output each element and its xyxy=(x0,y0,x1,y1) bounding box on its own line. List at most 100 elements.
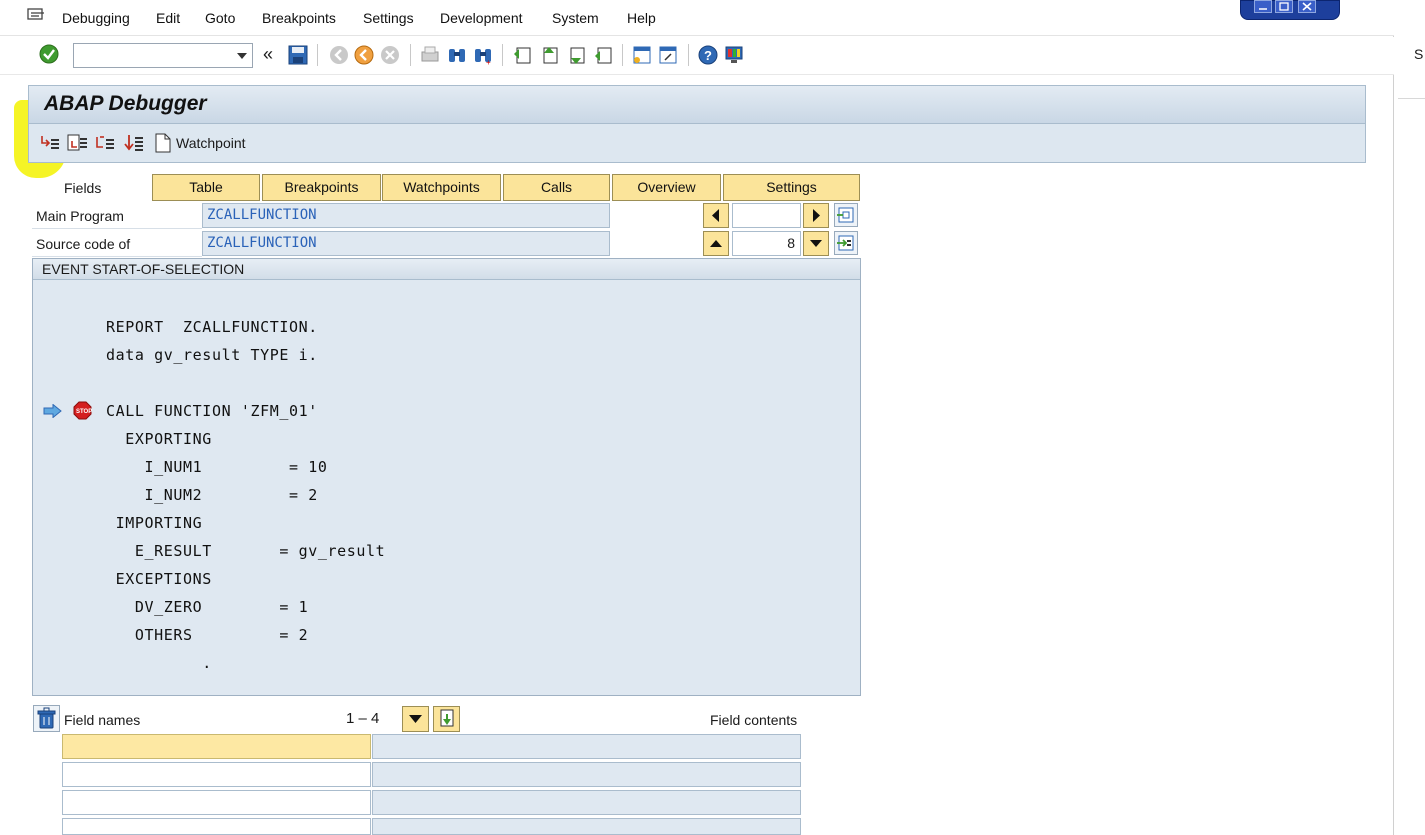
code-line[interactable]: I_NUM2 = 2 xyxy=(106,486,318,504)
sap-gui-window: Debugging Edit Goto Breakpoints Settings… xyxy=(0,0,1394,835)
arrow-down-icon xyxy=(409,715,422,723)
field-name-input[interactable] xyxy=(62,790,371,815)
code-line[interactable]: EXPORTING xyxy=(106,430,212,448)
goto-line-button[interactable] xyxy=(834,231,858,255)
save-icon[interactable] xyxy=(287,44,309,66)
code-line[interactable]: . xyxy=(106,654,212,672)
menu-settings[interactable]: Settings xyxy=(363,10,414,26)
adjacent-window-text: S xyxy=(1414,46,1424,62)
tab-calls[interactable]: Calls xyxy=(503,174,610,201)
event-header: EVENT START-OF-SELECTION xyxy=(33,259,860,280)
delete-fields-button[interactable] xyxy=(33,705,60,732)
next-page-icon[interactable] xyxy=(565,44,587,66)
menu-edit[interactable]: Edit xyxy=(156,10,180,26)
watchpoint-button[interactable]: Watchpoint xyxy=(176,135,246,151)
menu-debugging[interactable]: Debugging xyxy=(62,10,130,26)
menu-system[interactable]: System xyxy=(552,10,599,26)
menu-goto[interactable]: Goto xyxy=(205,10,235,26)
new-session-icon[interactable] xyxy=(631,44,653,66)
toolbar-separator xyxy=(317,44,318,66)
svg-text:+: + xyxy=(486,58,491,66)
code-line[interactable]: data gv_result TYPE i. xyxy=(106,346,318,364)
back-icon[interactable] xyxy=(328,44,350,66)
continue-icon[interactable] xyxy=(123,133,145,153)
shortcut-icon[interactable] xyxy=(657,44,679,66)
display-program-button[interactable] xyxy=(834,203,858,227)
svg-text:?: ? xyxy=(704,48,712,63)
field-range: 1 – 4 xyxy=(346,710,380,727)
minimize-icon xyxy=(1259,8,1267,10)
field-contents-output xyxy=(372,734,801,759)
source-code-panel: EVENT START-OF-SELECTION REPORT ZCALLFUN… xyxy=(32,258,861,696)
exit-icon[interactable] xyxy=(353,44,375,66)
field-name-input[interactable] xyxy=(62,818,371,835)
field-name-input[interactable] xyxy=(62,734,371,759)
line-number-field[interactable]: 8 xyxy=(732,231,801,256)
field-contents-output xyxy=(372,790,801,815)
main-program-field[interactable]: ZCALLFUNCTION xyxy=(202,203,610,228)
help-icon[interactable]: ? xyxy=(697,44,719,66)
scroll-left-button[interactable] xyxy=(703,203,729,228)
field-contents-label: Field contents xyxy=(710,712,798,728)
source-code-field[interactable]: ZCALLFUNCTION xyxy=(202,231,610,256)
first-page-icon[interactable] xyxy=(511,44,533,66)
cancel-icon[interactable] xyxy=(379,44,401,66)
code-line[interactable]: DV_ZERO = 1 xyxy=(106,598,308,616)
maximize-icon xyxy=(1279,2,1289,11)
back-history-button[interactable]: « xyxy=(263,44,273,65)
field-names-label: Field names xyxy=(64,712,141,728)
toolbar-separator xyxy=(502,44,503,66)
check-icon[interactable] xyxy=(38,43,60,65)
print-icon[interactable] xyxy=(419,44,441,66)
tab-watchpoints[interactable]: Watchpoints xyxy=(382,174,501,201)
command-field[interactable] xyxy=(73,43,253,68)
code-line[interactable]: OTHERS = 2 xyxy=(106,626,308,644)
scroll-up-button[interactable] xyxy=(703,231,729,256)
menu-help[interactable]: Help xyxy=(627,10,656,26)
find-icon[interactable] xyxy=(446,44,468,66)
single-step-icon[interactable] xyxy=(39,133,61,153)
watchpoint-icon[interactable] xyxy=(152,133,174,153)
code-line[interactable]: E_RESULT = gv_result xyxy=(106,542,385,560)
field-contents-output xyxy=(372,762,801,787)
field-contents-output xyxy=(372,818,801,835)
close-button[interactable] xyxy=(1298,0,1316,13)
page-title: ABAP Debugger xyxy=(44,92,207,115)
find-next-icon[interactable]: + xyxy=(472,44,494,66)
code-line[interactable]: EXCEPTIONS xyxy=(106,570,212,588)
code-line[interactable]: IMPORTING xyxy=(106,514,202,532)
last-page-icon[interactable] xyxy=(592,44,614,66)
fields-page-down-button[interactable] xyxy=(402,706,429,732)
scroll-down-button[interactable] xyxy=(803,231,829,256)
tab-breakpoints[interactable]: Breakpoints xyxy=(262,174,381,201)
tab-table[interactable]: Table xyxy=(152,174,260,201)
close-icon xyxy=(1302,2,1312,11)
toolbar-separator xyxy=(410,44,411,66)
system-menu-icon[interactable] xyxy=(27,8,45,22)
code-line[interactable]: REPORT ZCALLFUNCTION. xyxy=(106,318,318,336)
previous-page-icon[interactable] xyxy=(538,44,560,66)
customize-layout-icon[interactable] xyxy=(723,44,745,66)
return-icon[interactable] xyxy=(94,133,116,153)
arrow-left-icon xyxy=(712,209,719,222)
chevron-down-icon[interactable] xyxy=(237,53,247,59)
menu-breakpoints[interactable]: Breakpoints xyxy=(262,10,336,26)
tab-fields[interactable]: Fields xyxy=(64,180,101,196)
menu-development[interactable]: Development xyxy=(440,10,523,26)
fields-save-button[interactable] xyxy=(433,706,460,732)
field-name-input[interactable] xyxy=(62,762,371,787)
execute-step-icon[interactable] xyxy=(66,133,88,153)
breakpoint-stop-icon[interactable]: STOP xyxy=(73,401,92,420)
code-line-current[interactable]: CALL FUNCTION 'ZFM_01' xyxy=(106,402,318,420)
main-program-nav-field[interactable] xyxy=(732,203,801,228)
code-line[interactable]: I_NUM1 = 10 xyxy=(106,458,328,476)
tab-settings[interactable]: Settings xyxy=(723,174,860,201)
window-controls xyxy=(1240,0,1340,20)
application-toolbar: Watchpoint xyxy=(28,123,1366,163)
minimize-button[interactable] xyxy=(1254,0,1272,13)
title-bar: ABAP Debugger xyxy=(28,85,1366,123)
maximize-button[interactable] xyxy=(1275,0,1293,13)
scroll-right-button[interactable] xyxy=(803,203,829,228)
arrow-right-icon xyxy=(813,209,820,222)
tab-overview[interactable]: Overview xyxy=(612,174,721,201)
